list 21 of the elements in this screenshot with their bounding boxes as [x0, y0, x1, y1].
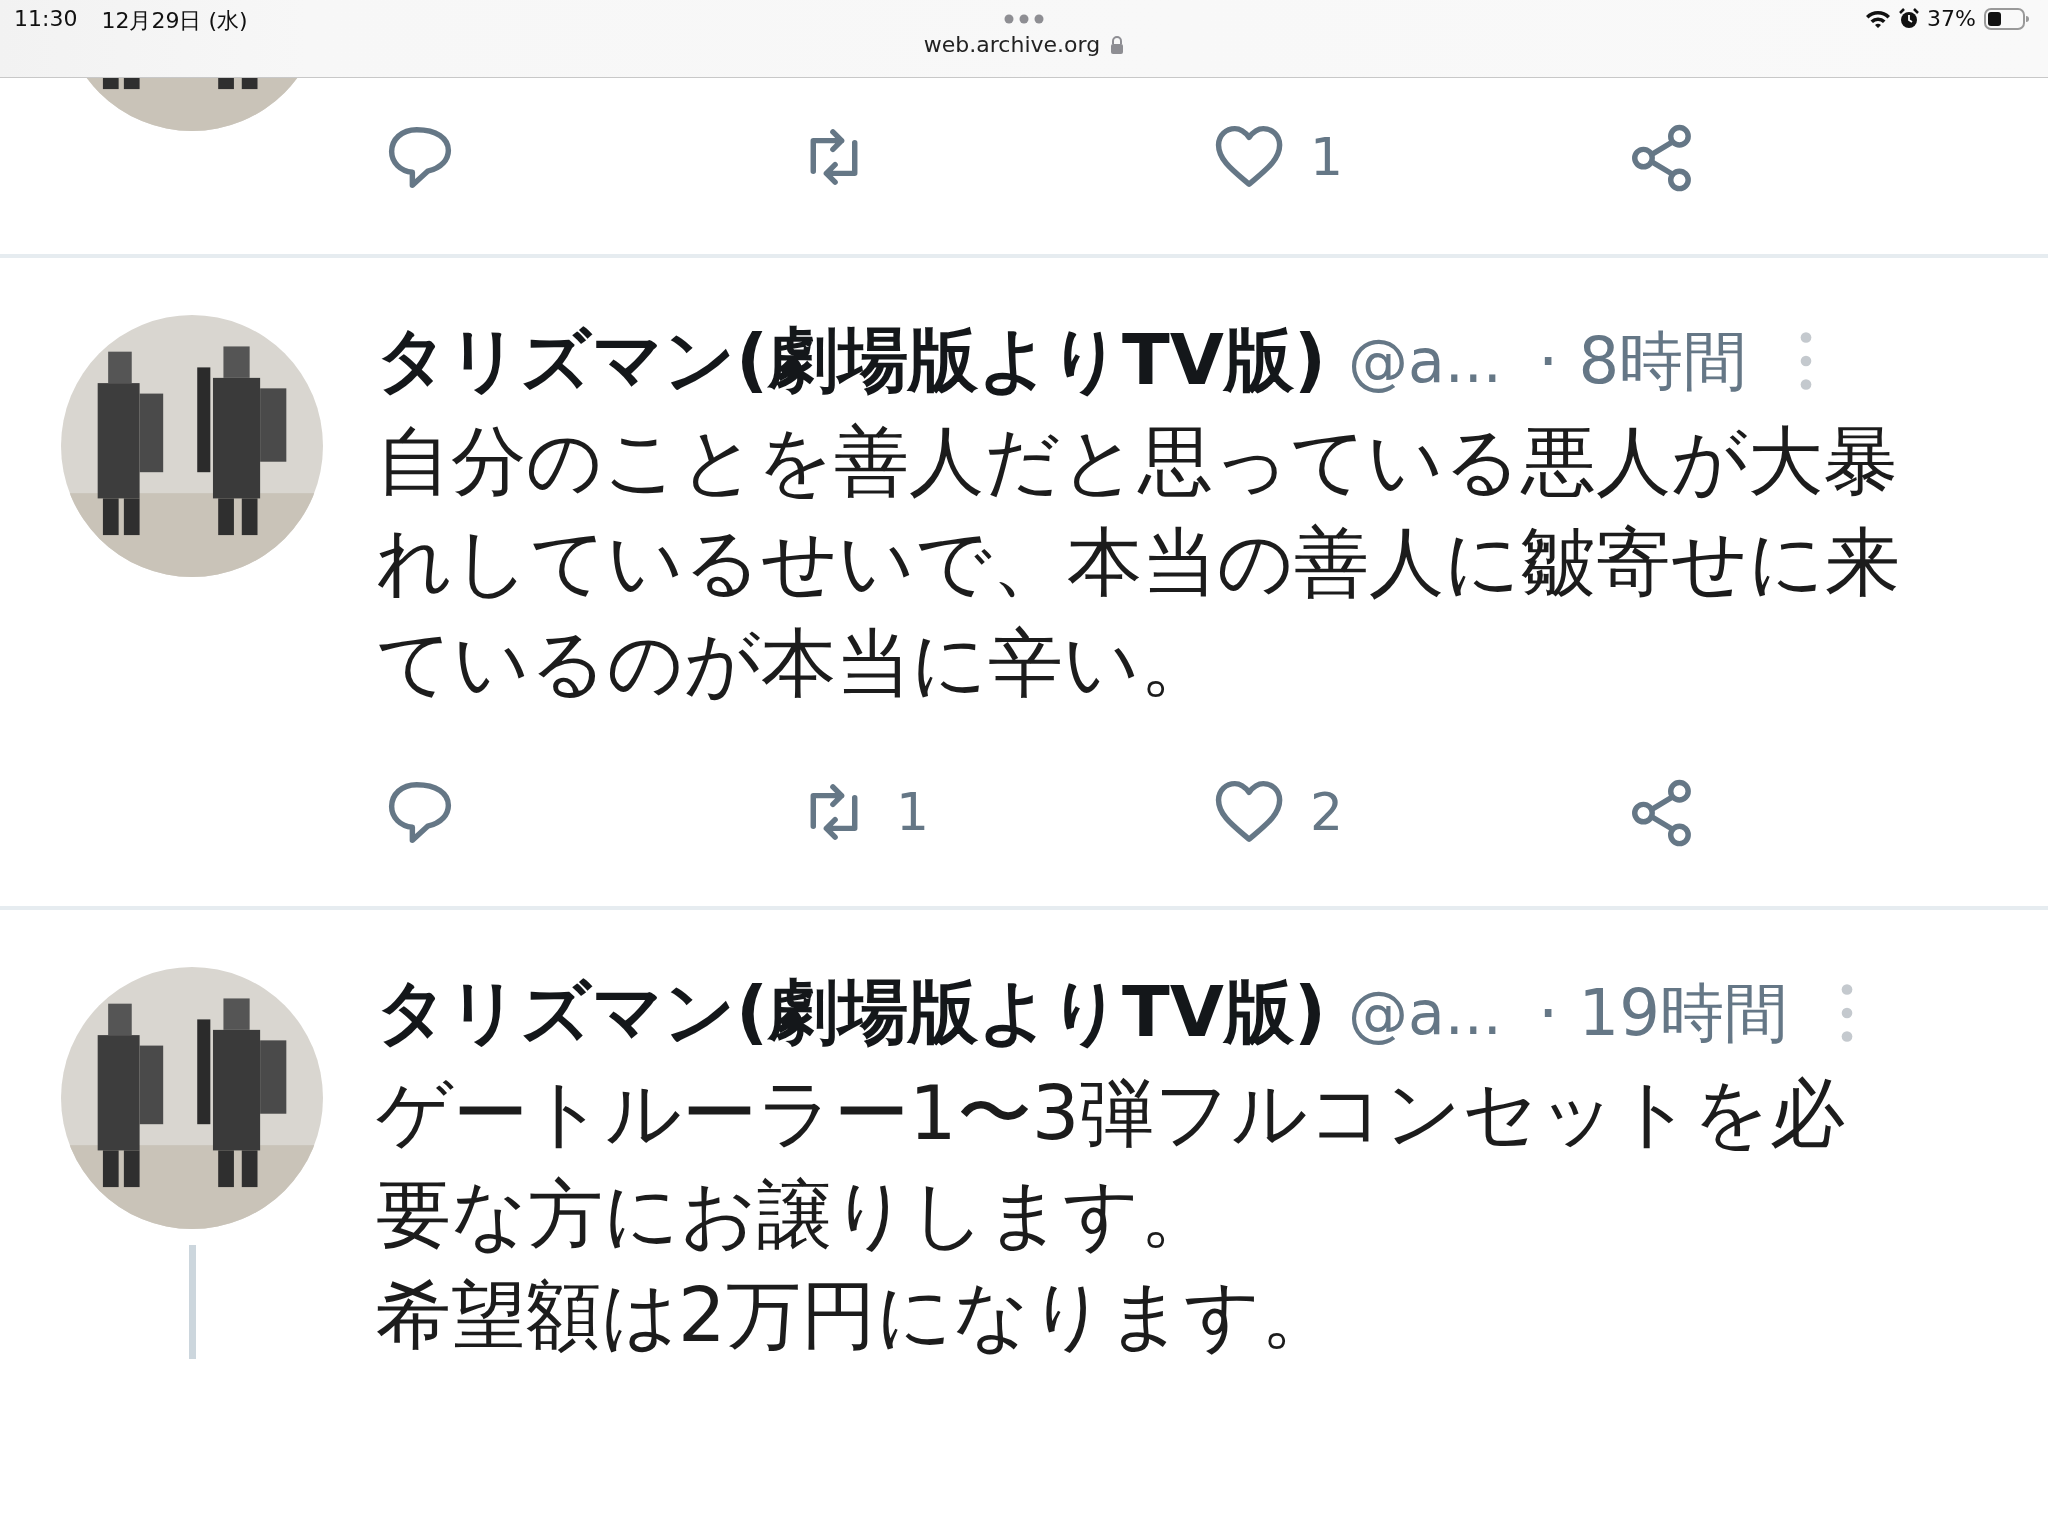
- clock-time: 11:30: [14, 6, 78, 33]
- action-count: 2: [1310, 782, 1344, 842]
- timestamp[interactable]: · 19時間: [1537, 969, 1789, 1057]
- url-text[interactable]: web.archive.org: [923, 32, 1101, 57]
- tweet-text: 希望額は2万円になります。: [376, 1270, 1337, 1359]
- user-name[interactable]: タリズマン(劇場版よりTV版): [376, 966, 1326, 1060]
- tweet-text: ゲートルーラー1〜3弾フルコンセットを必要な方にお譲りします。: [376, 1068, 1847, 1260]
- user-name[interactable]: タリズマン(劇場版よりTV版): [376, 314, 1326, 408]
- tweet-text: 自分のことを善人だと思っている悪人が大暴れしているせいで、本当の善人に皺寄せに来ているのが本当に辛い。: [376, 416, 1901, 709]
- user-handle: @a...: [1347, 326, 1502, 396]
- lock-icon: [1110, 35, 1125, 54]
- alarm-icon: [1899, 7, 1920, 30]
- action-count: 1: [896, 782, 930, 842]
- wifi-icon: [1865, 8, 1892, 29]
- action-count: 1: [1310, 127, 1344, 187]
- timestamp[interactable]: · 8時間: [1537, 317, 1748, 405]
- date: 12月29日 (水): [101, 7, 248, 35]
- more-icon[interactable]: [1004, 14, 1044, 24]
- battery-percent: 37%: [1927, 6, 1976, 31]
- battery-icon: [1984, 7, 2030, 30]
- user-handle: @a...: [1347, 978, 1502, 1048]
